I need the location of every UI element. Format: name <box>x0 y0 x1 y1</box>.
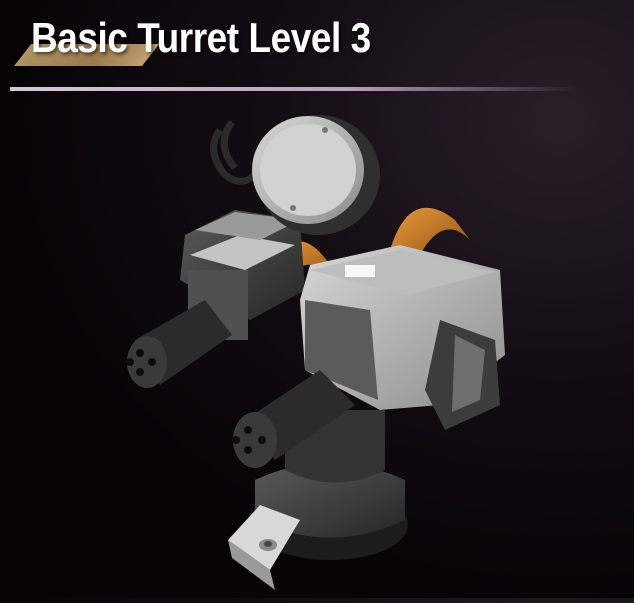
turret-model-icon <box>126 115 505 590</box>
turret-preview <box>0 100 634 598</box>
page-title: Basic Turret Level 3 <box>31 14 371 61</box>
title-divider <box>10 87 576 91</box>
header: Basic Turret Level 3 <box>0 0 634 100</box>
